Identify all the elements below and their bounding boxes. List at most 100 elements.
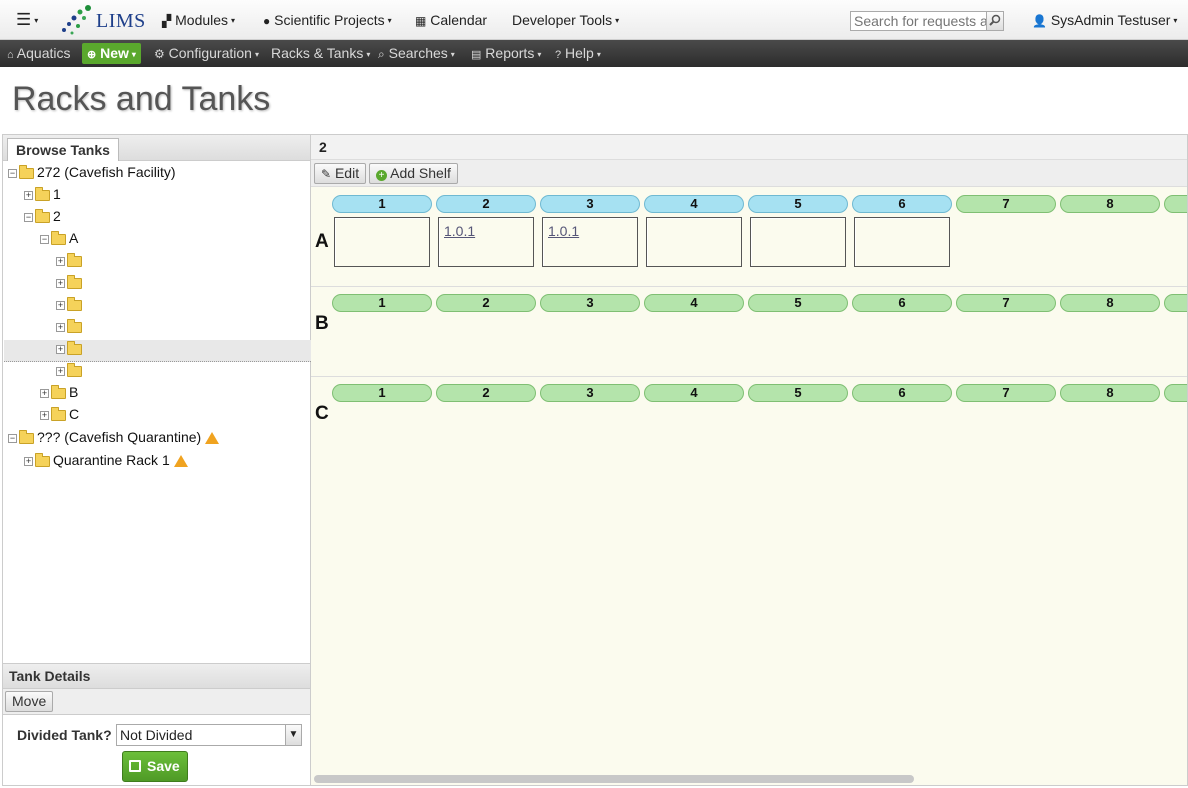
edit-label: Edit bbox=[334, 165, 360, 181]
position-pill[interactable]: 5 bbox=[748, 195, 848, 213]
position-pill-partial[interactable] bbox=[1164, 384, 1187, 402]
tank-cell[interactable]: 1.0.1 bbox=[542, 217, 638, 267]
expand-icon[interactable]: + bbox=[56, 366, 65, 376]
nav-reports[interactable]: ▤ Reports ▾ bbox=[471, 40, 541, 67]
tree-node-tank[interactable]: + bbox=[56, 294, 85, 314]
developer-tools-menu[interactable]: Developer Tools ▾ bbox=[512, 0, 619, 40]
position-pill[interactable]: 8 bbox=[1060, 195, 1160, 213]
user-menu[interactable]: 👤 SysAdmin Testuser ▾ bbox=[1032, 0, 1177, 40]
expand-icon[interactable]: + bbox=[40, 410, 49, 420]
tree-node-shelf-b[interactable]: + B bbox=[40, 382, 78, 402]
position-pill[interactable]: 1 bbox=[332, 195, 432, 213]
nav-configuration[interactable]: ⚙ Configuration ▾ bbox=[154, 40, 259, 67]
save-button[interactable]: Save bbox=[122, 751, 188, 782]
position-pill[interactable]: 8 bbox=[1060, 384, 1160, 402]
shelf-label: B bbox=[315, 313, 329, 334]
position-pill[interactable]: 2 bbox=[436, 384, 536, 402]
expand-icon[interactable]: + bbox=[24, 190, 33, 200]
position-pill[interactable]: 7 bbox=[956, 195, 1056, 213]
search-button[interactable] bbox=[986, 12, 1003, 30]
position-pill[interactable]: 7 bbox=[956, 384, 1056, 402]
tree-node-tank[interactable]: + bbox=[56, 338, 85, 358]
tree-node-tank[interactable]: + bbox=[56, 360, 85, 380]
collapse-icon[interactable]: − bbox=[8, 433, 17, 443]
position-pill[interactable]: 6 bbox=[852, 294, 952, 312]
tree-node-tank[interactable]: + bbox=[56, 316, 85, 336]
move-button[interactable]: Move bbox=[5, 691, 54, 712]
scientific-projects-menu[interactable]: ● Scientific Projects ▾ bbox=[263, 0, 392, 40]
horizontal-scrollbar[interactable] bbox=[314, 775, 914, 783]
tree-node-label: B bbox=[69, 384, 79, 400]
add-shelf-button[interactable]: + Add Shelf bbox=[369, 163, 458, 184]
position-pill[interactable]: 3 bbox=[540, 294, 640, 312]
nav-aquatics[interactable]: ⌂ Aquatics bbox=[7, 40, 70, 67]
position-pill[interactable]: 1 bbox=[332, 294, 432, 312]
divided-tank-select[interactable]: Not Divided ▼ bbox=[116, 724, 302, 746]
expand-icon[interactable]: + bbox=[56, 300, 65, 310]
tree-node-cavefish-quarantine[interactable]: − ??? (Cavefish Quarantine) bbox=[8, 427, 220, 447]
chevron-down-icon: ▾ bbox=[615, 16, 620, 26]
nav-searches[interactable]: ⌕ Searches ▾ bbox=[378, 40, 455, 67]
position-pill[interactable]: 6 bbox=[852, 195, 952, 213]
position-pill[interactable]: 2 bbox=[436, 294, 536, 312]
expand-icon[interactable]: + bbox=[40, 388, 49, 398]
hamburger-menu-button[interactable]: ☰ ▾ bbox=[16, 0, 38, 40]
lims-logo[interactable]: LIMS bbox=[58, 4, 150, 36]
tank-cell[interactable] bbox=[646, 217, 742, 267]
position-pill[interactable]: 4 bbox=[644, 384, 744, 402]
tree-node-shelf-a[interactable]: − A bbox=[40, 228, 78, 248]
nav-help[interactable]: ? Help ▾ bbox=[555, 40, 601, 67]
chevron-down-icon: ▾ bbox=[387, 16, 392, 26]
tab-browse-tanks[interactable]: Browse Tanks bbox=[7, 138, 119, 161]
position-pill[interactable]: 1 bbox=[332, 384, 432, 402]
collapse-icon[interactable]: − bbox=[40, 234, 49, 244]
position-pill[interactable]: 4 bbox=[644, 195, 744, 213]
expand-icon[interactable]: + bbox=[56, 344, 65, 354]
edit-button[interactable]: ✎ Edit bbox=[314, 163, 367, 184]
position-pill[interactable]: 5 bbox=[748, 384, 848, 402]
tree-node-quarantine-rack-1[interactable]: + Quarantine Rack 1 bbox=[24, 450, 188, 470]
position-pill-partial[interactable] bbox=[1164, 294, 1187, 312]
rack-title: 2 bbox=[311, 135, 1187, 160]
tree-node-tank[interactable]: + bbox=[56, 272, 85, 292]
tank-cell[interactable] bbox=[750, 217, 846, 267]
comments-icon: ● bbox=[263, 14, 271, 28]
tree-node-rack-2[interactable]: −2 bbox=[24, 206, 61, 226]
nav-racks-tanks[interactable]: Racks & Tanks ▾ bbox=[271, 40, 370, 67]
tank-cell[interactable] bbox=[854, 217, 950, 267]
collapse-icon[interactable]: − bbox=[8, 168, 17, 178]
expand-icon[interactable]: + bbox=[56, 278, 65, 288]
expand-icon[interactable]: + bbox=[56, 322, 65, 332]
shelf-b: B 1 2 3 4 5 6 7 8 bbox=[311, 287, 1187, 377]
position-pill[interactable]: 2 bbox=[436, 195, 536, 213]
search-icon: ⌕ bbox=[378, 47, 385, 61]
expand-icon[interactable]: + bbox=[24, 456, 33, 466]
position-pill[interactable]: 3 bbox=[540, 384, 640, 402]
nav-new-button[interactable]: ⊕ New ▾ bbox=[82, 43, 141, 64]
tank-cell[interactable]: 1.0.1 bbox=[438, 217, 534, 267]
collapse-icon[interactable]: − bbox=[24, 212, 33, 222]
chevron-down-icon: ▾ bbox=[1173, 16, 1178, 26]
position-pill[interactable]: 7 bbox=[956, 294, 1056, 312]
chevron-down-icon: ▾ bbox=[450, 49, 455, 59]
position-pill[interactable]: 6 bbox=[852, 384, 952, 402]
tree-node-shelf-c[interactable]: + C bbox=[40, 404, 79, 424]
folder-open-icon bbox=[19, 429, 34, 444]
expand-icon[interactable]: + bbox=[56, 256, 65, 266]
tank-link[interactable]: 1.0.1 bbox=[548, 223, 579, 239]
position-pill-partial[interactable] bbox=[1164, 195, 1187, 213]
tank-cell[interactable] bbox=[334, 217, 430, 267]
modules-menu[interactable]: ▞ Modules ▾ bbox=[162, 0, 235, 40]
tree-node-label: Quarantine Rack 1 bbox=[53, 452, 170, 468]
position-pill[interactable]: 4 bbox=[644, 294, 744, 312]
position-pill[interactable]: 3 bbox=[540, 195, 640, 213]
tank-link[interactable]: 1.0.1 bbox=[444, 223, 475, 239]
tree-node-tank[interactable]: + bbox=[56, 250, 85, 270]
calendar-link[interactable]: ▦ Calendar bbox=[415, 0, 487, 40]
search-input[interactable] bbox=[851, 12, 987, 30]
position-pill[interactable]: 5 bbox=[748, 294, 848, 312]
tree-node-cavefish-facility[interactable]: − 272 (Cavefish Facility) bbox=[8, 162, 176, 182]
tree-node-rack-1[interactable]: +1 bbox=[24, 184, 61, 204]
tree-node-label: 272 (Cavefish Facility) bbox=[37, 164, 176, 180]
position-pill[interactable]: 8 bbox=[1060, 294, 1160, 312]
